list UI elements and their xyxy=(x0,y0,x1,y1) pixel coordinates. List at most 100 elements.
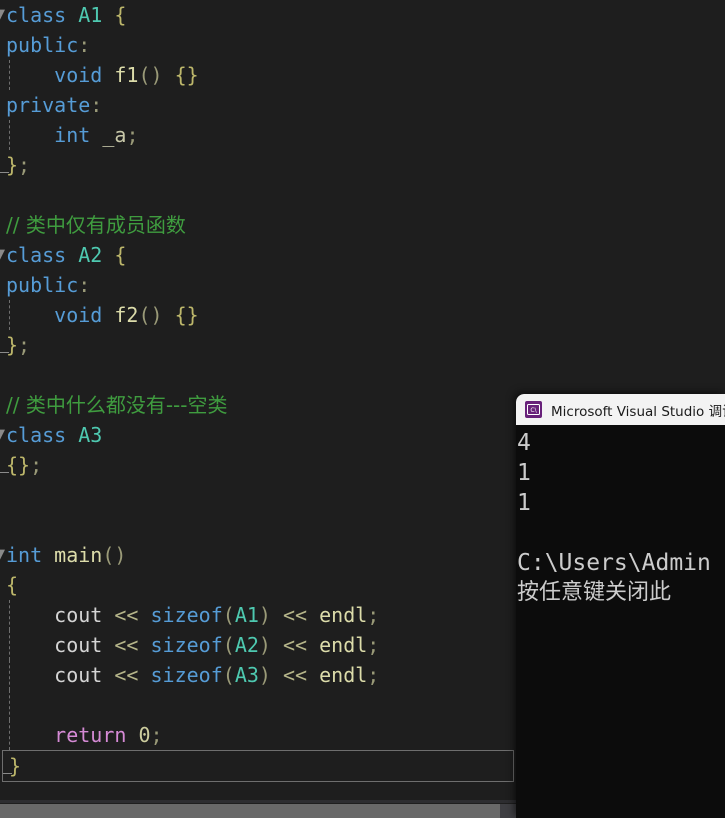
code-token: () xyxy=(138,63,175,87)
code-token: public xyxy=(6,273,79,297)
indent-guide xyxy=(9,660,10,690)
console-titlebar[interactable]: C\ Microsoft Visual Studio 调试控制台 xyxy=(516,394,725,425)
code-token: class xyxy=(6,243,79,267)
console-output-line: 按任意键关闭此 xyxy=(517,580,672,605)
code-line[interactable]: void f1() {} xyxy=(0,60,725,90)
code-token: cout xyxy=(54,633,115,657)
code-token: << xyxy=(283,603,320,627)
console-title-text: Microsoft Visual Studio 调试控制台 xyxy=(551,403,725,420)
code-token: class xyxy=(6,423,79,447)
code-token: << xyxy=(114,663,151,687)
indent-guide xyxy=(9,60,10,90)
code-line[interactable]: int _a; xyxy=(0,120,725,150)
code-token: A1 xyxy=(78,3,103,27)
code-token: endl xyxy=(319,663,368,687)
fold-chevron-icon[interactable]: ▼ xyxy=(0,8,7,21)
code-token: ) xyxy=(258,603,283,627)
code-token: endl xyxy=(319,603,368,627)
code-token: void xyxy=(54,303,115,327)
code-token: << xyxy=(283,633,320,657)
console-output-line: C:\Users\Admin xyxy=(517,550,711,576)
code-line[interactable]: ▼class A1 { xyxy=(0,0,725,30)
code-token: } xyxy=(9,754,22,778)
fold-chevron-icon[interactable]: ▼ xyxy=(0,548,7,561)
code-line[interactable]: void f2() {} xyxy=(0,300,725,330)
indent-guide xyxy=(9,120,10,150)
code-token: endl xyxy=(319,633,368,657)
block-end-marker xyxy=(0,352,9,353)
code-token: {} xyxy=(6,453,31,477)
code-line[interactable] xyxy=(0,180,725,210)
code-token: sizeof xyxy=(150,663,223,687)
code-token: public xyxy=(6,33,79,57)
code-token: ( xyxy=(222,633,235,657)
debug-console-window[interactable]: C\ Microsoft Visual Studio 调试控制台 4 1 1 C:\U… xyxy=(516,394,725,818)
code-line[interactable] xyxy=(0,360,725,390)
console-output-area[interactable]: 4 1 1 C:\Users\Admin 按任意键关闭此 xyxy=(516,425,725,818)
code-token: } xyxy=(6,153,19,177)
code-token: { xyxy=(102,243,127,267)
indent-guide xyxy=(9,720,10,750)
code-line[interactable]: private: xyxy=(0,90,725,120)
code-token: ( xyxy=(222,603,235,627)
horizontal-scrollbar-track[interactable] xyxy=(0,804,516,818)
console-output-line: 1 xyxy=(517,460,531,486)
code-token: f2 xyxy=(114,303,139,327)
code-token: A2 xyxy=(234,633,259,657)
code-token: ; xyxy=(18,153,31,177)
fold-chevron-icon[interactable]: ▼ xyxy=(0,248,7,261)
code-token: cout xyxy=(54,603,115,627)
code-line[interactable]: } xyxy=(2,750,514,782)
code-token: A2 xyxy=(78,243,103,267)
code-token: {} xyxy=(174,63,199,87)
code-token: void xyxy=(54,63,115,87)
code-token: A1 xyxy=(234,603,259,627)
code-line[interactable]: // 类中仅有成员函数 xyxy=(0,210,725,240)
console-app-icon: C\ xyxy=(525,401,542,418)
code-token: // 类中什么都没有---空类 xyxy=(6,393,228,417)
indent-guide xyxy=(9,690,10,720)
console-output-line: 1 xyxy=(517,490,531,516)
code-token: ; xyxy=(367,603,380,627)
code-line[interactable]: public: xyxy=(0,30,725,60)
code-line[interactable]: public: xyxy=(0,270,725,300)
fold-chevron-icon[interactable]: ▼ xyxy=(0,428,7,441)
code-token: cout xyxy=(54,663,115,687)
indent-guide xyxy=(9,300,10,330)
code-token: ; xyxy=(30,453,43,477)
code-token: main xyxy=(54,543,103,567)
block-end-marker xyxy=(3,773,12,774)
console-output-line: 4 xyxy=(517,430,531,456)
code-token: sizeof xyxy=(150,633,223,657)
code-token: int xyxy=(54,123,103,147)
code-token: return xyxy=(54,723,139,747)
code-token: << xyxy=(114,603,151,627)
code-line[interactable]: ▼class A2 { xyxy=(0,240,725,270)
indent-guide xyxy=(9,630,10,660)
code-token: { xyxy=(6,573,19,597)
code-token: ; xyxy=(150,723,163,747)
code-token: // 类中仅有成员函数 xyxy=(6,213,186,237)
code-token: { xyxy=(102,3,127,27)
code-token: 0 xyxy=(138,723,151,747)
code-token: A3 xyxy=(234,663,259,687)
code-token: << xyxy=(114,633,151,657)
code-token: ) xyxy=(258,633,283,657)
screenshot-root: ▼class A1 {public: void f1() {}private: … xyxy=(0,0,725,818)
code-token: ; xyxy=(18,333,31,357)
code-token: {} xyxy=(174,303,199,327)
code-line[interactable]: }; xyxy=(0,150,725,180)
code-token: ( xyxy=(222,663,235,687)
horizontal-scrollbar-thumb[interactable] xyxy=(0,804,500,818)
code-line[interactable]: }; xyxy=(0,330,725,360)
code-token: class xyxy=(6,3,79,27)
code-token: () xyxy=(102,543,127,567)
code-token: A3 xyxy=(78,423,103,447)
